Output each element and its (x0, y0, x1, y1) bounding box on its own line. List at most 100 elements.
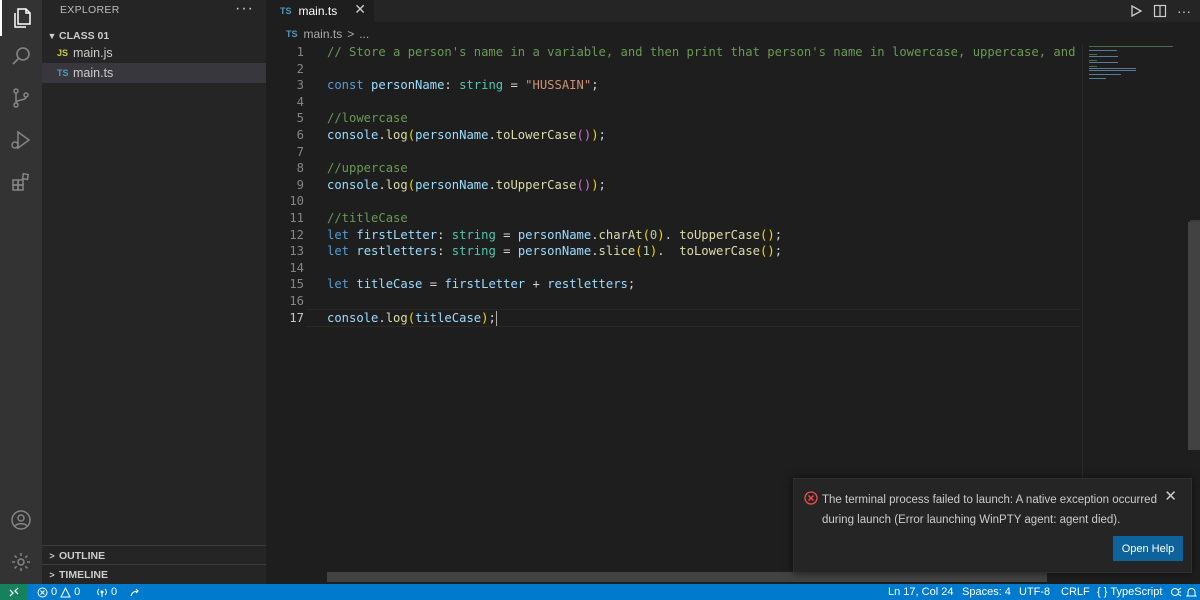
code-text: let restletters: string = personName.sli… (327, 244, 783, 259)
indentation[interactable]: Spaces: 4 (962, 584, 1011, 600)
minimap-line (1089, 78, 1107, 79)
account-icon[interactable] (0, 502, 42, 538)
minimap-line (1089, 66, 1098, 67)
code-line[interactable]: 14 (266, 260, 1082, 277)
code-line[interactable]: 15 let titleCase = firstLetter + restlett… (266, 276, 1082, 293)
line-number: 3 (296, 78, 304, 93)
line-number: 7 (296, 144, 304, 159)
code-line[interactable]: 5 //lowercase (266, 110, 1082, 127)
activity-bar (0, 0, 42, 584)
more-actions-icon[interactable]: ··· (1176, 3, 1192, 19)
horizontal-scrollbar[interactable] (327, 572, 1047, 582)
line-number: 1 (296, 45, 304, 59)
extensions-icon[interactable] (0, 164, 42, 200)
explorer-title: EXPLORER (60, 4, 120, 16)
broadcast-icon (97, 588, 107, 597)
run-debug-icon[interactable] (0, 122, 42, 158)
minimap-line (1089, 70, 1136, 71)
minimap-line (1089, 60, 1098, 61)
notification-message: The terminal process failed to launch: A… (822, 494, 1157, 526)
line-number: 11 (289, 211, 304, 225)
line-number: 15 (289, 277, 304, 292)
error-notification: The terminal process failed to launch: A… (793, 478, 1192, 573)
explorer-icon[interactable] (0, 0, 42, 36)
warning-count: 0 (74, 586, 81, 598)
tab-label: main.ts (298, 4, 338, 18)
outline-label: OUTLINE (59, 549, 106, 562)
line-number: 8 (296, 161, 304, 176)
close-icon[interactable]: ✕ (1164, 487, 1177, 505)
code-text: console.log(personName.toLowerCase()); (327, 128, 606, 142)
chevron-right-icon: > (49, 550, 55, 561)
folder-label: CLASS 01 (59, 30, 110, 42)
code-line[interactable]: 10 (266, 193, 1082, 210)
breadcrumb-file[interactable]: main.ts (304, 27, 343, 41)
code-line[interactable]: 1 // Store a person's name in a variable,… (266, 44, 1149, 61)
run-icon[interactable] (1128, 3, 1144, 19)
code-text: // Store a person's name in a variable, … (327, 45, 1149, 59)
code-line[interactable]: 17 console.log(titleCase); (266, 308, 1082, 327)
live-share-icon[interactable] (129, 584, 141, 600)
code-line[interactable]: 2 (266, 61, 1082, 78)
code-line[interactable]: 12 let firstLetter: string = personName.c… (266, 227, 1082, 244)
ts-file-icon: TS (57, 68, 69, 78)
error-count: 0 (51, 586, 58, 598)
problems-indicator[interactable]: 0 0 (37, 584, 80, 600)
split-editor-icon[interactable] (1152, 3, 1168, 19)
line-number: 12 (289, 227, 304, 242)
code-line[interactable]: 4 (266, 94, 1082, 111)
cursor-position[interactable]: Ln 17, Col 24 (888, 584, 953, 600)
explorer-sidebar: EXPLORER ··· ▼ CLASS 01 JS main.js TS ma… (42, 0, 266, 584)
file-main-js[interactable]: JS main.js (42, 43, 266, 63)
remote-indicator[interactable] (0, 584, 28, 600)
more-actions-icon[interactable]: ··· (235, 0, 254, 18)
minimap-line (1089, 46, 1173, 47)
tab-main-ts[interactable]: TS main.ts ✕ (266, 0, 374, 22)
minimap-line (1089, 62, 1118, 63)
code-line[interactable]: 7 (266, 144, 1082, 161)
close-icon[interactable]: ✕ (354, 1, 366, 18)
open-help-button[interactable]: Open Help (1113, 536, 1183, 561)
file-main-ts[interactable]: TS main.ts (42, 63, 266, 83)
code-line[interactable]: 6 console.log(personName.toLowerCase()); (266, 127, 1082, 144)
line-number: 9 (296, 177, 304, 192)
timeline-section[interactable]: > TIMELINE (42, 564, 266, 584)
feedback-icon[interactable] (1170, 584, 1182, 600)
status-bar: 0 0 0 Ln 17, Col 24 Spaces: 4 UTF-8 CRLF… (0, 584, 1200, 600)
notifications-bell-icon[interactable] (1186, 584, 1197, 600)
breadcrumb-rest[interactable]: ... (359, 27, 369, 41)
code-text: //lowercase (327, 111, 408, 126)
minimap-line (1089, 50, 1117, 51)
editor-tab-bar: TS main.ts ✕ ··· (266, 0, 1200, 22)
end-of-line[interactable]: CRLF (1061, 584, 1090, 600)
language-mode[interactable]: { } TypeScript (1097, 584, 1162, 600)
line-number: 5 (296, 111, 304, 126)
minimap-line (1089, 56, 1118, 57)
line-number: 10 (289, 194, 304, 209)
code-text: const personName: string = "HUSSAIN"; (327, 78, 599, 93)
code-line[interactable]: 13 let restletters: string = personName.s… (266, 243, 1082, 260)
outline-section[interactable]: > OUTLINE (42, 545, 266, 565)
code-line[interactable]: 3 const personName: string = "HUSSAIN"; (266, 77, 1082, 94)
timeline-label: TIMELINE (59, 568, 108, 581)
line-number: 17 (289, 310, 304, 325)
braces-icon: { } (1097, 586, 1108, 598)
line-number: 16 (289, 294, 304, 308)
search-icon[interactable] (0, 38, 42, 74)
text-cursor (495, 310, 497, 326)
code-text: //titleCase (327, 211, 408, 225)
minimap-line (1089, 54, 1098, 55)
code-line[interactable]: 11 //titleCase (266, 210, 1082, 227)
chevron-right-icon: > (49, 569, 55, 580)
code-text: //uppercase (327, 161, 408, 176)
code-line[interactable]: 16 (266, 293, 1082, 310)
ports-indicator[interactable]: 0 (96, 584, 117, 600)
line-number: 14 (289, 260, 304, 275)
encoding[interactable]: UTF-8 (1019, 584, 1050, 600)
warning-icon (60, 586, 71, 597)
source-control-icon[interactable] (0, 80, 42, 116)
code-line[interactable]: 9 console.log(personName.toUpperCase()); (266, 177, 1082, 194)
scrollbar-thumb[interactable] (1188, 222, 1200, 450)
code-line[interactable]: 8 //uppercase (266, 160, 1082, 177)
settings-gear-icon[interactable] (0, 544, 42, 580)
